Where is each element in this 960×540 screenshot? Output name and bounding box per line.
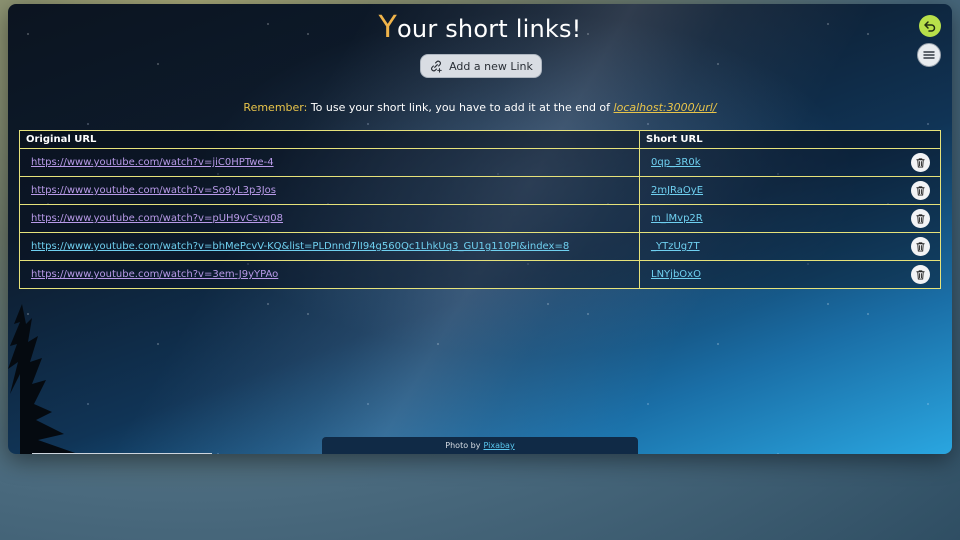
short-url-cell: 2mJRaOyE — [639, 176, 941, 205]
usage-notice: Remember: To use your short link, you ha… — [8, 101, 952, 114]
photo-credit-prefix: Photo by — [445, 441, 481, 450]
short-url-link[interactable]: m_lMvp2R — [651, 213, 703, 224]
trash-icon — [916, 158, 925, 168]
delete-link-button[interactable] — [911, 265, 930, 284]
menu-button[interactable] — [917, 43, 941, 67]
column-header-short-url: Short URL — [639, 130, 941, 149]
trash-icon — [916, 242, 925, 252]
page-title: Your short links! — [8, 10, 952, 45]
original-url-link[interactable]: https://www.youtube.com/watch?v=3em-J9yY… — [31, 269, 278, 280]
column-header-original-url: Original URL — [19, 130, 640, 149]
table-row: https://www.youtube.com/watch?v=jiC0HPTw… — [19, 148, 941, 177]
trash-icon — [916, 186, 925, 196]
page-title-first-letter: Y — [378, 10, 398, 45]
short-links-table: Original URL Short URL https://www.youtu… — [19, 130, 941, 289]
short-url-link[interactable]: _YTzUg7T — [651, 241, 700, 252]
original-url-cell: https://www.youtube.com/watch?v=bhMePcvV… — [19, 232, 640, 261]
table-row: https://www.youtube.com/watch?v=3em-J9yY… — [19, 260, 941, 289]
trash-icon — [916, 214, 925, 224]
add-new-link-button[interactable]: Add a new Link — [420, 54, 542, 78]
link-add-icon — [431, 60, 442, 73]
photo-credit-link[interactable]: Pixabay — [483, 441, 514, 450]
delete-link-button[interactable] — [911, 209, 930, 228]
notice-host-link[interactable]: localhost:3000/url/ — [614, 101, 717, 114]
original-url-link[interactable]: https://www.youtube.com/watch?v=bhMePcvV… — [31, 241, 569, 252]
notice-label: Remember: — [243, 101, 308, 114]
original-url-cell: https://www.youtube.com/watch?v=pUH9vCsv… — [19, 204, 640, 233]
trash-icon — [916, 270, 925, 280]
hamburger-menu-icon — [923, 51, 935, 59]
original-url-cell: https://www.youtube.com/watch?v=So9yL3p3… — [19, 176, 640, 205]
short-url-cell: _YTzUg7T — [639, 232, 941, 261]
table-row: https://www.youtube.com/watch?v=pUH9vCsv… — [19, 204, 941, 233]
table-row: https://www.youtube.com/watch?v=bhMePcvV… — [19, 232, 941, 261]
original-url-cell: https://www.youtube.com/watch?v=jiC0HPTw… — [19, 148, 640, 177]
original-url-link[interactable]: https://www.youtube.com/watch?v=pUH9vCsv… — [31, 213, 283, 224]
short-url-link[interactable]: 2mJRaOyE — [651, 185, 703, 196]
delete-link-button[interactable] — [911, 237, 930, 256]
short-url-cell: LNYjbOxO — [639, 260, 941, 289]
photo-credit: Photo by Pixabay — [322, 437, 638, 454]
back-button[interactable] — [919, 15, 941, 37]
divider — [32, 453, 212, 454]
notice-text: To use your short link, you have to add … — [307, 101, 614, 114]
short-url-cell: 0qp_3R0k — [639, 148, 941, 177]
short-url-link[interactable]: 0qp_3R0k — [651, 157, 701, 168]
add-new-link-label: Add a new Link — [449, 59, 533, 73]
original-url-link[interactable]: https://www.youtube.com/watch?v=jiC0HPTw… — [31, 157, 274, 168]
original-url-cell: https://www.youtube.com/watch?v=3em-J9yY… — [19, 260, 640, 289]
undo-arrow-icon — [924, 21, 936, 32]
app-window: Your short links! Add a new Link Remembe… — [8, 4, 952, 454]
table-header-row: Original URL Short URL — [19, 130, 941, 149]
short-url-link[interactable]: LNYjbOxO — [651, 269, 701, 280]
original-url-link[interactable]: https://www.youtube.com/watch?v=So9yL3p3… — [31, 185, 276, 196]
page-title-rest: our short links! — [397, 15, 582, 43]
delete-link-button[interactable] — [911, 181, 930, 200]
delete-link-button[interactable] — [911, 153, 930, 172]
table-row: https://www.youtube.com/watch?v=So9yL3p3… — [19, 176, 941, 205]
short-url-cell: m_lMvp2R — [639, 204, 941, 233]
